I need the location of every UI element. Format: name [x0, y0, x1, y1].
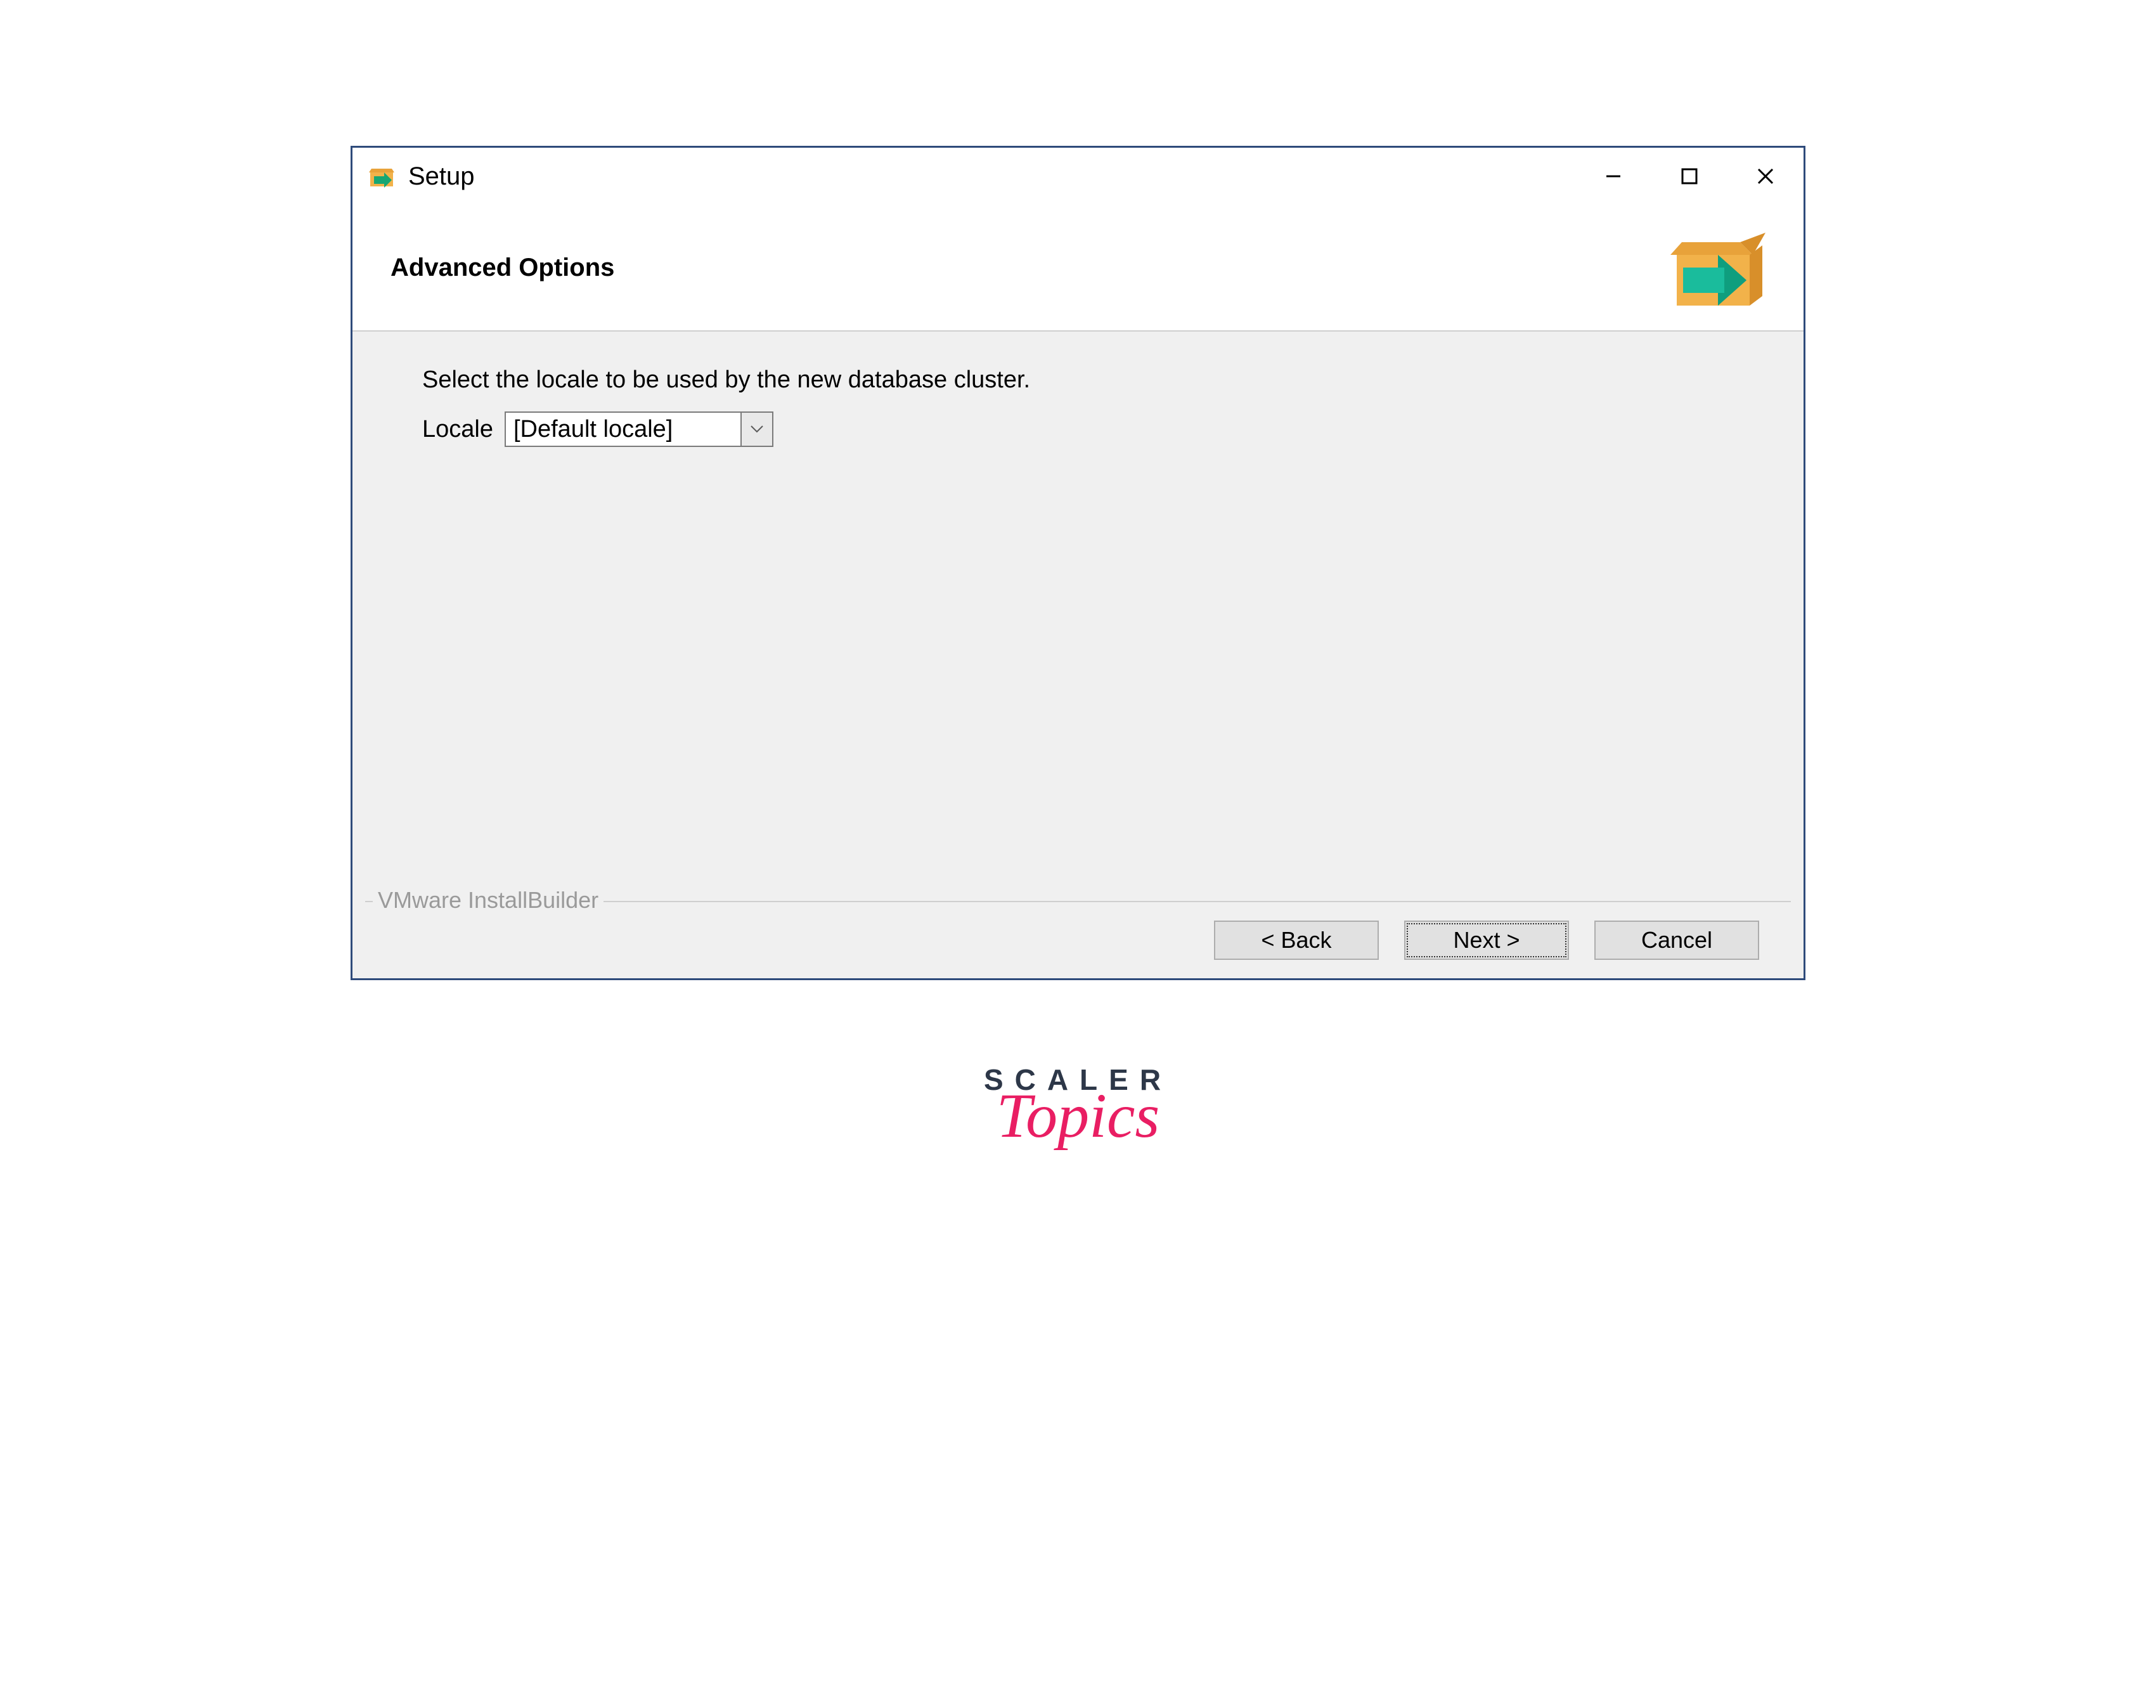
- maximize-button[interactable]: [1651, 148, 1727, 205]
- back-button[interactable]: < Back: [1214, 921, 1379, 960]
- wizard-footer: < Back Next > Cancel: [352, 902, 1804, 978]
- close-button[interactable]: [1727, 148, 1804, 205]
- chevron-down-icon[interactable]: [740, 413, 772, 446]
- locale-select-value: [Default locale]: [506, 413, 740, 446]
- locale-label: Locale: [422, 416, 493, 443]
- locale-select[interactable]: [Default locale]: [505, 411, 773, 447]
- window-controls: [1575, 148, 1804, 205]
- installbuilder-label: VMware InstallBuilder: [373, 887, 604, 914]
- page-title: Advanced Options: [391, 254, 614, 282]
- wizard-header: Advanced Options: [352, 205, 1804, 332]
- window-title: Setup: [408, 162, 1575, 191]
- brand-text-bottom: Topics: [984, 1084, 1172, 1148]
- wizard-content: Select the locale to be used by the new …: [352, 332, 1804, 902]
- minimize-button[interactable]: [1575, 148, 1651, 205]
- next-button[interactable]: Next >: [1404, 921, 1569, 960]
- setup-window: Setup Advanced Options: [351, 146, 1805, 980]
- cancel-button[interactable]: Cancel: [1594, 921, 1759, 960]
- locale-field: Locale [Default locale]: [422, 411, 1734, 447]
- titlebar: Setup: [352, 148, 1804, 205]
- scaler-topics-logo: SCALER Topics: [984, 1063, 1172, 1148]
- installer-small-icon: [366, 161, 397, 191]
- instruction-text: Select the locale to be used by the new …: [422, 366, 1734, 394]
- installer-box-icon: [1670, 223, 1765, 312]
